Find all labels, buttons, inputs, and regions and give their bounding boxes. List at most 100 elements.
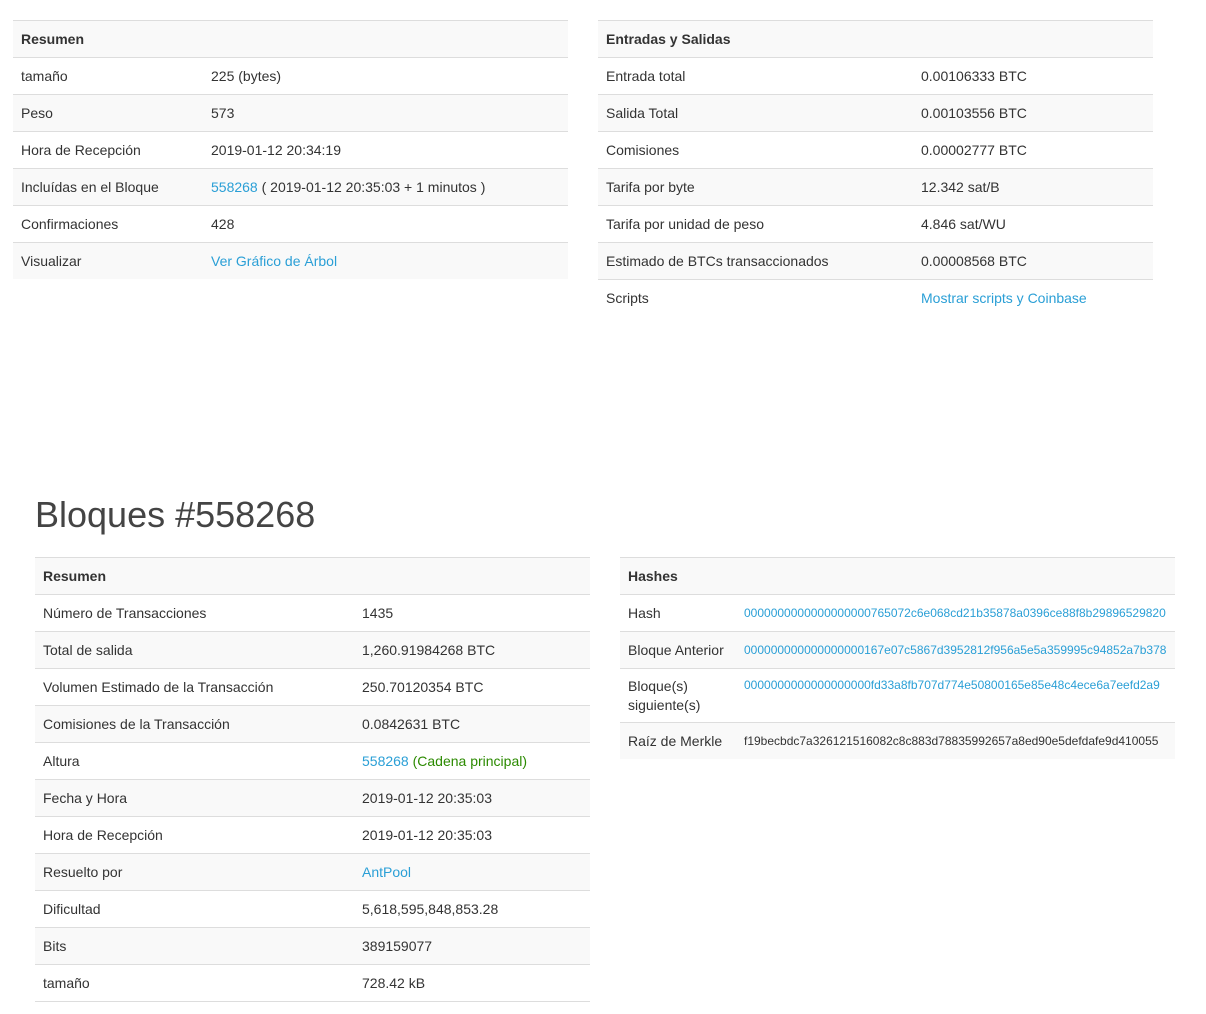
row-label: tamaño <box>35 964 354 1002</box>
row-label: Total de salida <box>35 631 354 669</box>
row-value: 2019-01-12 20:35:03 <box>354 816 590 854</box>
row-label: Hora de Recepción <box>35 816 354 854</box>
row-value: 428 <box>203 205 568 243</box>
row-label: Bloque(s) siguiente(s) <box>620 668 736 723</box>
block-summary-table: Resumen Número de Transacciones 1435 Tot… <box>35 557 590 1002</box>
row-value: 5,618,595,848,853.28 <box>354 890 590 928</box>
row-label: Bloque Anterior <box>620 631 736 669</box>
table-row: Altura 558268 (Cadena principal) <box>35 742 590 780</box>
table-row: Dificultad 5,618,595,848,853.28 <box>35 890 590 928</box>
row-value: 2019-01-12 20:35:03 <box>354 779 590 817</box>
block-height-link[interactable]: 558268 <box>362 753 409 769</box>
row-value: 728.42 kB <box>354 964 590 1002</box>
table-row: Bloque(s) siguiente(s) 00000000000000000… <box>620 668 1175 723</box>
row-label: Confirmaciones <box>13 205 203 243</box>
table-row: Hora de Recepción 2019-01-12 20:35:03 <box>35 816 590 854</box>
table-row: Estimado de BTCs transaccionados 0.00008… <box>598 242 1153 280</box>
show-scripts-link[interactable]: Mostrar scripts y Coinbase <box>921 290 1087 306</box>
row-value: 573 <box>203 94 568 132</box>
row-value: 250.70120354 BTC <box>354 668 590 706</box>
block-link[interactable]: 558268 <box>211 179 258 195</box>
hashes-table: Hashes Hash 0000000000000000000765072c6e… <box>620 557 1175 759</box>
row-value: 225 (bytes) <box>203 57 568 95</box>
table-row: Visualizar Ver Gráfico de Árbol <box>13 242 568 279</box>
table-header: Resumen <box>13 20 568 58</box>
row-label: Tarifa por unidad de peso <box>598 205 913 243</box>
row-label: tamaño <box>13 57 203 95</box>
table-row: Entrada total 0.00106333 BTC <box>598 57 1153 95</box>
row-value: 0000000000000000000fd33a8fb707d774e50800… <box>736 668 1175 723</box>
row-value: 2019-01-12 20:34:19 <box>203 131 568 169</box>
block-time-text: ( 2019-01-12 20:35:03 + 1 minutos ) <box>257 179 486 195</box>
row-value: 1435 <box>354 594 590 632</box>
row-label: Hora de Recepción <box>13 131 203 169</box>
table-row: Comisiones 0.00002777 BTC <box>598 131 1153 169</box>
table-row: Incluídas en el Bloque 558268 ( 2019-01-… <box>13 168 568 206</box>
block-hash-link[interactable]: 0000000000000000000765072c6e068cd21b3587… <box>744 606 1166 620</box>
inputs-outputs-table: Entradas y Salidas Entrada total 0.00106… <box>598 20 1153 316</box>
row-label: Fecha y Hora <box>35 779 354 817</box>
table-row: Total de salida 1,260.91984268 BTC <box>35 631 590 669</box>
table-row: tamaño 728.42 kB <box>35 964 590 1002</box>
table-row: Confirmaciones 428 <box>13 205 568 243</box>
row-label: Peso <box>13 94 203 132</box>
row-label: Tarifa por byte <box>598 168 913 206</box>
table-header: Hashes <box>620 557 1175 595</box>
row-label: Salida Total <box>598 94 913 132</box>
row-value: 389159077 <box>354 927 590 965</box>
row-label: Número de Transacciones <box>35 594 354 632</box>
table-row: Scripts Mostrar scripts y Coinbase <box>598 279 1153 316</box>
main-chain-label: (Cadena principal) <box>408 753 528 769</box>
table-row: Salida Total 0.00103556 BTC <box>598 94 1153 132</box>
row-value: 558268 ( 2019-01-12 20:35:03 + 1 minutos… <box>203 168 568 206</box>
row-value: 0.00106333 BTC <box>913 57 1153 95</box>
row-value: 4.846 sat/WU <box>913 205 1153 243</box>
transaction-summary-table: Resumen tamaño 225 (bytes) Peso 573 Hora… <box>13 20 568 279</box>
previous-block-link[interactable]: 000000000000000000167e07c5867d3952812f95… <box>744 643 1166 657</box>
row-value: 0.00103556 BTC <box>913 94 1153 132</box>
table-row: tamaño 225 (bytes) <box>13 57 568 95</box>
table-row: Volumen Estimado de la Transacción 250.7… <box>35 668 590 706</box>
table-row: Bloque Anterior 000000000000000000167e07… <box>620 631 1175 669</box>
miner-link[interactable]: AntPool <box>362 864 411 880</box>
table-row: Bits 389159077 <box>35 927 590 965</box>
row-label: Comisiones <box>598 131 913 169</box>
table-row: Fecha y Hora 2019-01-12 20:35:03 <box>35 779 590 817</box>
row-label: Resuelto por <box>35 853 354 891</box>
table-row: Número de Transacciones 1435 <box>35 594 590 632</box>
merkle-root-value: f19becbdc7a326121516082c8c883d7883599265… <box>736 722 1175 759</box>
row-value: 0000000000000000000765072c6e068cd21b3587… <box>736 594 1175 632</box>
row-value: 0.0842631 BTC <box>354 705 590 743</box>
next-block-link[interactable]: 0000000000000000000fd33a8fb707d774e50800… <box>744 678 1160 692</box>
row-value: Ver Gráfico de Árbol <box>203 242 568 279</box>
table-row: Raíz de Merkle f19becbdc7a326121516082c8… <box>620 722 1175 759</box>
row-label: Dificultad <box>35 890 354 928</box>
table-header: Resumen <box>35 557 590 595</box>
table-row: Tarifa por unidad de peso 4.846 sat/WU <box>598 205 1153 243</box>
tree-chart-link[interactable]: Ver Gráfico de Árbol <box>211 253 337 269</box>
row-label: Volumen Estimado de la Transacción <box>35 668 354 706</box>
row-value: AntPool <box>354 853 590 891</box>
row-value: 12.342 sat/B <box>913 168 1153 206</box>
row-value: 1,260.91984268 BTC <box>354 631 590 669</box>
row-label: Bits <box>35 927 354 965</box>
table-row: Resuelto por AntPool <box>35 853 590 891</box>
row-label: Visualizar <box>13 242 203 279</box>
row-label: Raíz de Merkle <box>620 722 736 759</box>
row-value: Mostrar scripts y Coinbase <box>913 279 1153 316</box>
row-value: 0.00008568 BTC <box>913 242 1153 280</box>
table-row: Tarifa por byte 12.342 sat/B <box>598 168 1153 206</box>
row-label: Hash <box>620 594 736 632</box>
table-row: Peso 573 <box>13 94 568 132</box>
table-row: Hash 0000000000000000000765072c6e068cd21… <box>620 594 1175 632</box>
row-label: Comisiones de la Transacción <box>35 705 354 743</box>
page-title: Bloques #558268 <box>35 494 316 535</box>
table-row: Hora de Recepción 2019-01-12 20:34:19 <box>13 131 568 169</box>
table-header: Entradas y Salidas <box>598 20 1153 58</box>
row-label: Scripts <box>598 279 913 316</box>
row-label: Altura <box>35 742 354 780</box>
row-value: 0.00002777 BTC <box>913 131 1153 169</box>
row-value: 558268 (Cadena principal) <box>354 742 590 780</box>
row-label: Entrada total <box>598 57 913 95</box>
table-row: Comisiones de la Transacción 0.0842631 B… <box>35 705 590 743</box>
